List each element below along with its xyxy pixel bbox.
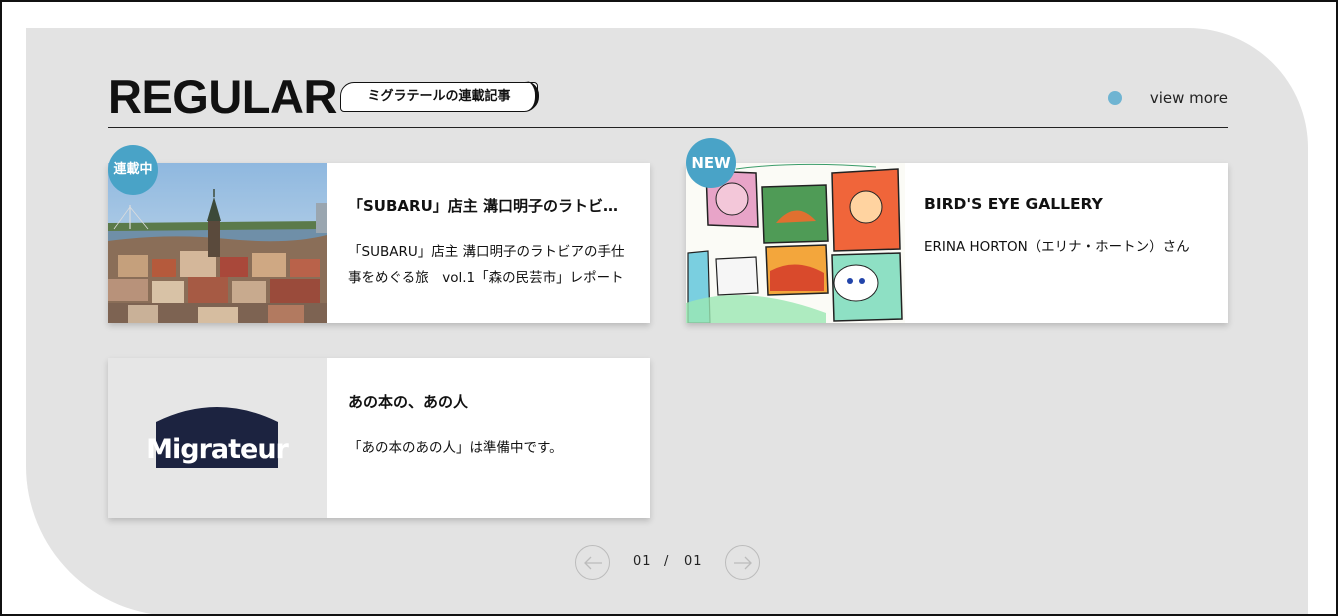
new-badge: NEW: [686, 138, 736, 188]
svg-text:Migrateur: Migrateur: [146, 434, 289, 465]
section-title: REGULAR: [108, 70, 337, 123]
pagination: 01 / 01: [575, 545, 761, 581]
total-pages: 01: [684, 554, 703, 569]
card-title: あの本の、あの人: [348, 393, 469, 411]
article-card-subaru[interactable]: 連載中 「SUBARU」店主 溝口明子のラトビア手仕事をめぐる旅 「SUBARU…: [108, 145, 650, 323]
article-card-ano-hon[interactable]: Migrateur あの本の、あの人 「あの本のあの人」は準備中です。: [108, 358, 650, 518]
article-card-birds-eye-gallery[interactable]: NEW BIRD'S EYE GALLERY ERINA HORTON（エリナ・…: [686, 138, 1228, 323]
section-tag: ミグラテールの連載記事: [340, 81, 539, 112]
card-title: 「SUBARU」店主 溝口明子のラトビア手仕事をめぐる旅: [348, 197, 630, 215]
card-description: ERINA HORTON（エリナ・ホートン）さん: [924, 239, 1190, 255]
comic-illustration-image: [686, 163, 905, 323]
view-more-link[interactable]: view more: [1107, 86, 1228, 110]
migrateur-logo: Migrateur: [108, 358, 327, 518]
next-page-button[interactable]: [725, 545, 760, 580]
dot-icon: [1107, 91, 1122, 105]
card-description: 「SUBARU」店主 溝口明子のラトビアの手仕事をめぐる旅 vol.1「森の民芸…: [348, 244, 625, 286]
section-header: REGULAR ミグラテールの連載記事 view more: [108, 70, 1228, 128]
arrow-right-icon: [734, 556, 752, 570]
serializing-badge: 連載中: [108, 145, 158, 195]
card-title: BIRD'S EYE GALLERY: [924, 195, 1103, 213]
view-more-label: view more: [1149, 89, 1228, 107]
arrow-left-icon: [584, 556, 602, 570]
current-page: 01: [633, 554, 652, 569]
prev-page-button[interactable]: [575, 545, 610, 580]
page-separator: /: [664, 554, 670, 569]
card-description: 「あの本のあの人」は準備中です。: [348, 440, 563, 456]
